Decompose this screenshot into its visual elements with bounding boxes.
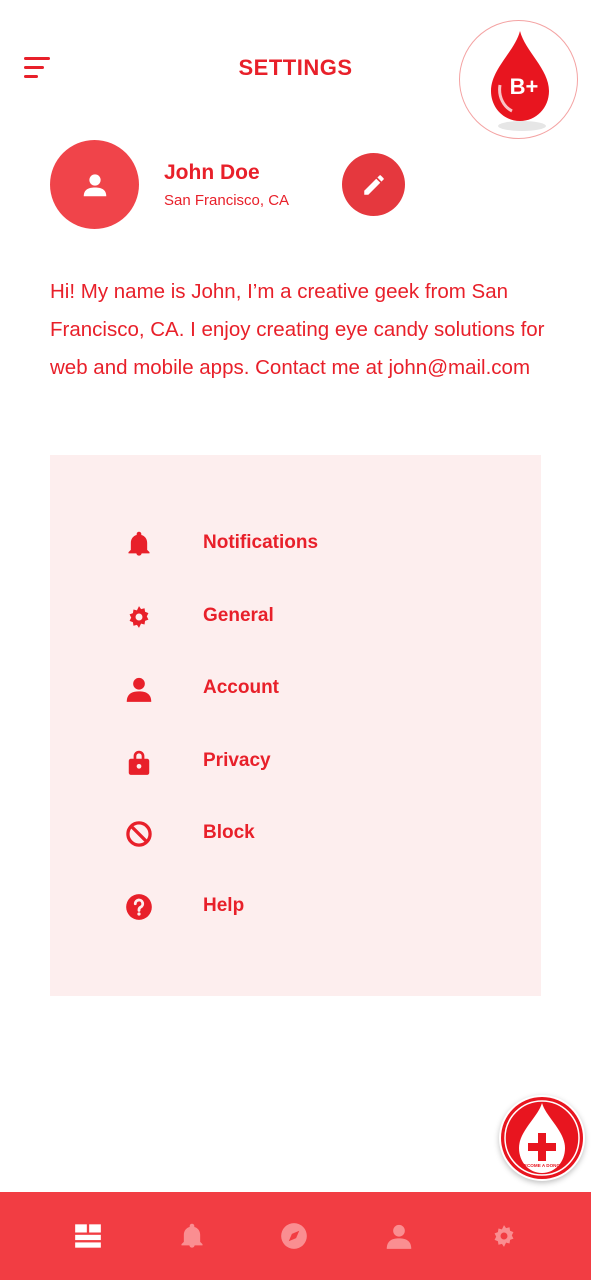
- settings-menu: Notifications General Account Privacy Bl…: [50, 455, 541, 996]
- settings-item-help[interactable]: Help: [50, 881, 541, 931]
- nav-profile[interactable]: [383, 1220, 415, 1252]
- user-icon: [386, 1224, 412, 1249]
- profile-name: John Doe: [164, 161, 260, 184]
- nav-notifications[interactable]: [176, 1220, 208, 1252]
- nav-explore[interactable]: [278, 1220, 310, 1252]
- donor-caption: BECOME A DONOR: [521, 1163, 564, 1168]
- profile-bio: Hi! My name is John, I’m a creative geek…: [50, 280, 545, 379]
- lock-icon: [125, 748, 153, 776]
- edit-profile-button[interactable]: [342, 153, 405, 216]
- settings-item-account[interactable]: Account: [50, 663, 541, 713]
- blood-drop-plus-icon: BECOME A DONOR: [501, 1097, 583, 1179]
- settings-item-label: Privacy: [203, 750, 271, 771]
- settings-item-general[interactable]: General: [50, 591, 541, 641]
- blood-drop-icon: B+: [491, 31, 549, 131]
- settings-item-label: Notifications: [203, 532, 319, 553]
- bell-icon: [125, 530, 153, 558]
- settings-item-block[interactable]: Block: [50, 808, 541, 858]
- help-icon: [125, 893, 153, 921]
- settings-item-label: General: [203, 605, 274, 626]
- become-donor-button[interactable]: BECOME A DONOR: [499, 1095, 585, 1181]
- settings-item-label: Account: [203, 677, 279, 698]
- nav-dashboard[interactable]: [72, 1220, 104, 1252]
- block-icon: [125, 820, 153, 848]
- blood-type-label: B+: [510, 74, 539, 99]
- settings-item-label: Block: [203, 822, 255, 843]
- avatar[interactable]: [50, 140, 139, 229]
- pencil-icon: [363, 174, 384, 195]
- bell-icon: [181, 1223, 203, 1248]
- settings-item-label: Help: [203, 895, 245, 916]
- profile-location: San Francisco, CA: [164, 192, 290, 209]
- compass-icon: [281, 1223, 307, 1249]
- bottom-navigation: [0, 1192, 591, 1280]
- user-icon: [83, 173, 106, 196]
- nav-settings[interactable]: [488, 1220, 520, 1252]
- dashboard-icon: [75, 1224, 101, 1248]
- gear-icon: [494, 1225, 514, 1247]
- user-icon: [125, 675, 153, 703]
- blood-type-badge[interactable]: B+: [459, 20, 578, 139]
- gear-icon: [125, 603, 153, 631]
- settings-item-notifications[interactable]: Notifications: [50, 518, 541, 568]
- settings-item-privacy[interactable]: Privacy: [50, 736, 541, 786]
